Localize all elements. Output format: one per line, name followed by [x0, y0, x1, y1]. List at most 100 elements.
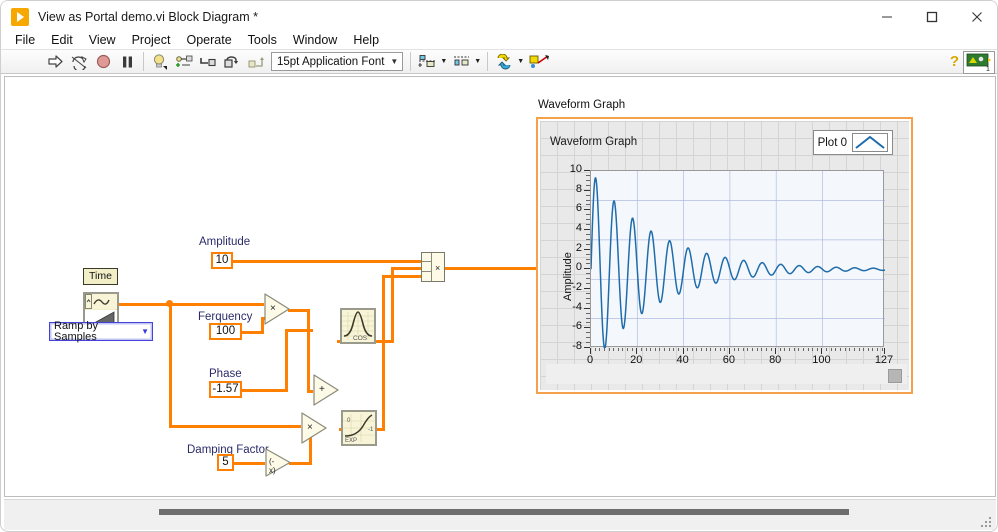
y-tick-label: -2	[572, 281, 582, 293]
x-minor-tick	[668, 348, 670, 351]
x-minor-tick	[761, 348, 763, 351]
y-axis-title: Amplitude	[562, 252, 574, 301]
wire-freqmult-down	[307, 309, 310, 393]
negate-glyph: (-x)	[269, 457, 276, 475]
ramp-type-value: Ramp by Samples	[54, 319, 99, 343]
abort-execution-icon[interactable]	[91, 50, 115, 74]
y-minor-tick	[586, 219, 590, 221]
x-minor-tick	[858, 348, 860, 351]
multiply-glyph: ×	[307, 422, 313, 433]
highlight-execution-icon[interactable]	[148, 50, 172, 74]
context-help-icon[interactable]: 1	[963, 51, 995, 74]
damping-factor-value[interactable]: 5	[217, 454, 234, 471]
menu-item-tools[interactable]: Tools	[240, 31, 285, 49]
cosine-function-vi-icon[interactable]: COS	[340, 308, 376, 344]
plot-legend[interactable]: Plot 0	[812, 130, 893, 155]
maximize-icon[interactable]	[909, 1, 954, 32]
multiply-final-node[interactable]: ×	[421, 252, 445, 282]
exponential-function-vi-icon[interactable]: 0 -1 EXP	[341, 410, 377, 446]
wire-mult-to-graph	[443, 267, 539, 270]
y-tick-label: 2	[575, 241, 582, 254]
x-minor-tick	[812, 348, 814, 351]
y-minor-tick	[586, 238, 590, 240]
x-minor-tick	[691, 348, 693, 351]
y-tick-label: -4	[572, 300, 582, 313]
x-minor-tick	[807, 348, 809, 351]
x-tick-mark	[728, 348, 730, 354]
x-tick-mark	[682, 348, 684, 354]
menu-item-edit[interactable]: Edit	[43, 31, 81, 49]
time-terminal[interactable]: Time	[83, 268, 118, 285]
y-tick-mark	[584, 248, 590, 250]
x-minor-tick	[849, 348, 851, 351]
y-minor-tick	[586, 337, 590, 339]
svg-text:-1: -1	[368, 427, 374, 433]
step-into-icon[interactable]	[196, 50, 220, 74]
x-minor-tick	[603, 348, 605, 351]
step-over-icon[interactable]	[220, 50, 244, 74]
x-minor-tick	[853, 348, 855, 351]
y-minor-tick	[586, 233, 590, 235]
menu-item-window[interactable]: Window	[285, 31, 345, 49]
y-tick-label: -6	[572, 320, 582, 333]
y-tick-mark	[584, 268, 590, 270]
wire-time-to-damp-mult	[169, 425, 301, 428]
reorder-objects-icon[interactable]	[526, 50, 552, 74]
window-resize-grip[interactable]	[980, 516, 992, 528]
y-minor-tick	[586, 243, 590, 245]
chevron-down-icon: ▼	[474, 58, 482, 65]
x-minor-tick	[779, 348, 781, 351]
distribute-objects-button[interactable]: ▼	[449, 50, 483, 74]
x-tick-mark	[821, 348, 823, 354]
graph-inner-panel: Waveform Graph Plot 0 Amplitude 10 8 6 4…	[540, 121, 909, 390]
run-arrow-icon[interactable]	[43, 50, 67, 74]
line-plot-icon[interactable]	[852, 133, 888, 152]
plot-area[interactable]	[590, 170, 885, 348]
svg-text:EXP: EXP	[345, 438, 357, 444]
y-minor-tick	[586, 322, 590, 324]
menu-item-help[interactable]: Help	[345, 31, 387, 49]
x-minor-tick	[701, 348, 703, 351]
x-minor-tick	[664, 348, 666, 351]
chevron-down-icon: ▼	[141, 327, 149, 336]
x-minor-tick	[789, 348, 791, 351]
menu-item-operate[interactable]: Operate	[178, 31, 239, 49]
x-minor-tick	[747, 348, 749, 351]
run-continuously-icon[interactable]	[67, 50, 91, 74]
y-minor-tick	[586, 224, 590, 226]
horizontal-scrollbar-thumb[interactable]	[159, 509, 849, 515]
menu-item-view[interactable]: View	[81, 31, 124, 49]
pause-icon[interactable]	[115, 50, 139, 74]
minimize-icon[interactable]	[864, 1, 909, 32]
x-minor-tick	[673, 348, 675, 351]
y-minor-tick	[586, 184, 590, 186]
resize-objects-button[interactable]: ▼	[492, 50, 526, 74]
x-minor-tick	[826, 348, 828, 351]
frequency-value[interactable]: 100	[209, 323, 242, 340]
waveform-graph-indicator[interactable]: Waveform Graph Plot 0 Amplitude 10 8 6 4…	[536, 117, 913, 394]
block-diagram-canvas[interactable]: Time Ramp by Samples ▼ Amplitude 10 Ferq…	[4, 76, 996, 497]
x-minor-tick	[594, 348, 596, 351]
phase-value[interactable]: -1.57	[209, 381, 242, 398]
x-minor-tick	[840, 348, 842, 351]
help-marker[interactable]: ?	[950, 53, 959, 70]
font-selector[interactable]: 15pt Application Font ▼	[271, 52, 404, 71]
x-minor-tick	[770, 348, 772, 351]
align-objects-button[interactable]: ▼	[415, 50, 449, 74]
menu-item-project[interactable]: Project	[124, 31, 179, 49]
menu-bar: File Edit View Project Operate Tools Win…	[1, 29, 997, 51]
retain-wire-values-icon[interactable]	[172, 50, 196, 74]
distribute-objects-icon	[449, 50, 473, 74]
ramp-type-selector[interactable]: Ramp by Samples ▼	[49, 319, 153, 343]
x-minor-tick	[784, 348, 786, 351]
close-icon[interactable]	[954, 1, 997, 32]
amplitude-value[interactable]: 10	[211, 252, 233, 269]
y-minor-tick	[586, 204, 590, 206]
menu-item-file[interactable]: File	[7, 31, 43, 49]
time-terminal-label: Time	[89, 270, 112, 283]
step-out-icon[interactable]	[244, 50, 268, 74]
graph-resize-handle[interactable]	[888, 369, 902, 383]
y-minor-tick	[586, 214, 590, 216]
multiply-glyph: ×	[270, 303, 276, 314]
y-minor-tick	[586, 258, 590, 260]
